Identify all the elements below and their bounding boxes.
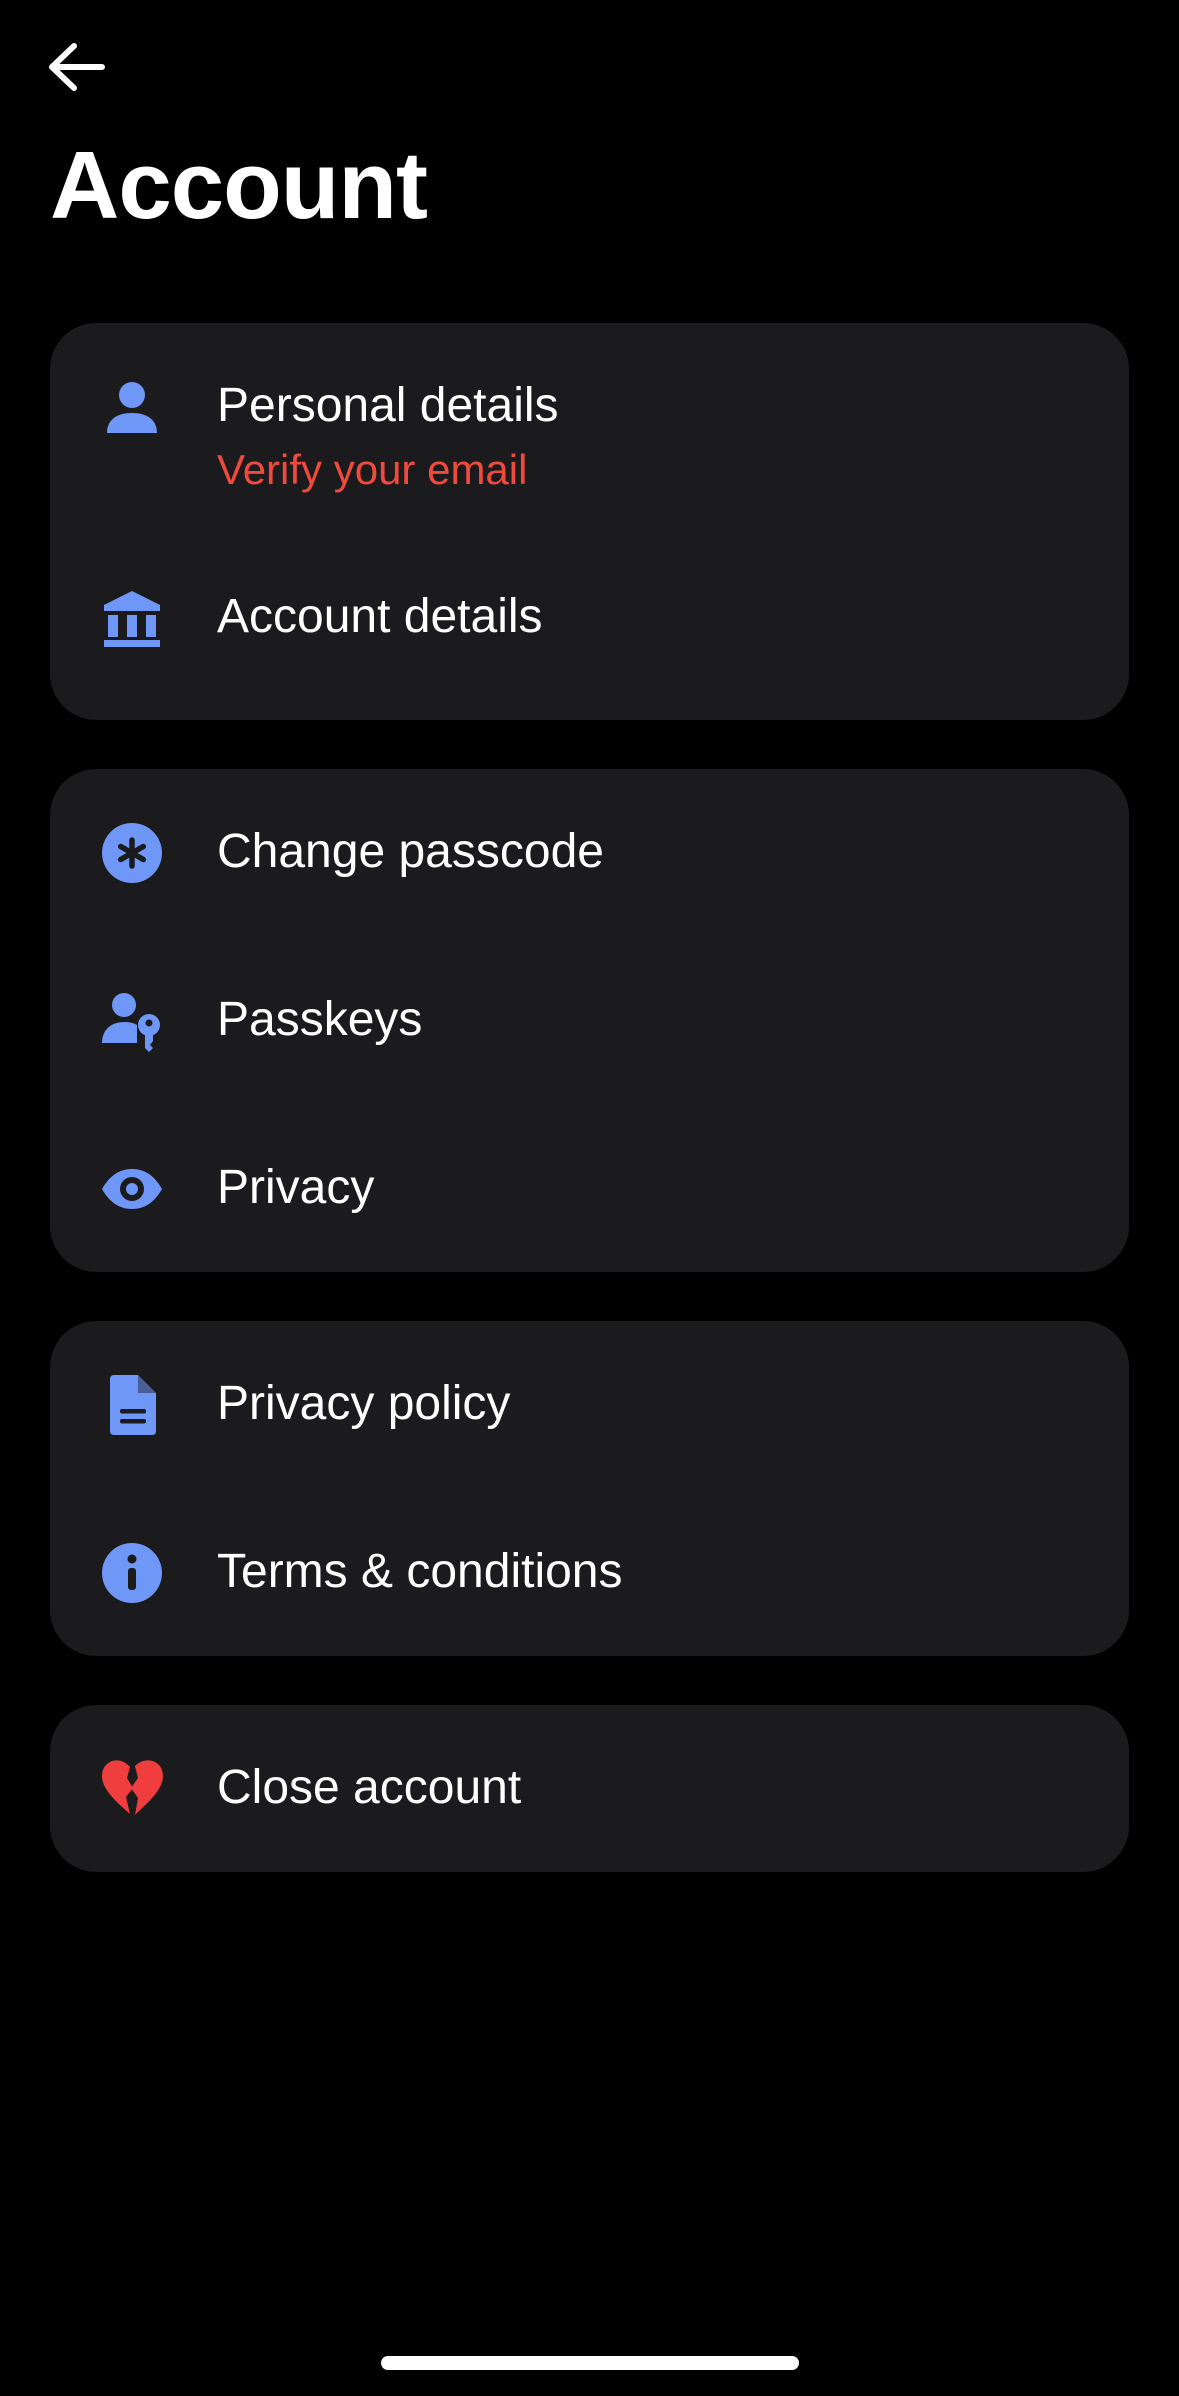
privacy-policy-row[interactable]: Privacy policy [50, 1321, 1129, 1489]
passkeys-row[interactable]: Passkeys [50, 937, 1129, 1105]
close-account-label: Close account [217, 1761, 522, 1814]
account-details-row[interactable]: Account details [50, 553, 1129, 683]
verify-email-warning: Verify your email [217, 446, 528, 493]
terms-conditions-row[interactable]: Terms & conditions [50, 1489, 1129, 1656]
broken-heart-icon [100, 1757, 164, 1821]
privacy-policy-label: Privacy policy [217, 1377, 511, 1430]
info-icon [100, 1541, 164, 1605]
arrow-left-icon [49, 43, 105, 91]
privacy-row[interactable]: Privacy [50, 1105, 1129, 1272]
change-passcode-row[interactable]: Change passcode [50, 769, 1129, 937]
personal-details-row[interactable]: Personal details Verify your email [50, 323, 1129, 513]
asterisk-icon [100, 821, 164, 885]
home-indicator [381, 2356, 799, 2370]
security-card: Change passcode Passkeys Privacy [50, 769, 1129, 1272]
account-details-label: Account details [217, 590, 543, 643]
terms-conditions-label: Terms & conditions [217, 1545, 623, 1598]
passkeys-label: Passkeys [217, 993, 423, 1046]
person-icon [100, 377, 164, 441]
personal-details-label: Personal details [217, 379, 559, 432]
bank-icon [100, 587, 164, 651]
change-passcode-label: Change passcode [217, 825, 604, 878]
profile-card: Personal details Verify your email Accou… [50, 323, 1129, 720]
close-account-row[interactable]: Close account [50, 1705, 1129, 1872]
document-icon [100, 1373, 164, 1437]
back-button[interactable] [40, 36, 112, 98]
privacy-label: Privacy [217, 1161, 375, 1214]
danger-card: Close account [50, 1705, 1129, 1872]
person-key-icon [100, 989, 164, 1053]
eye-icon [100, 1157, 164, 1221]
legal-card: Privacy policy Terms & conditions [50, 1321, 1129, 1656]
page-title: Account [50, 132, 428, 239]
